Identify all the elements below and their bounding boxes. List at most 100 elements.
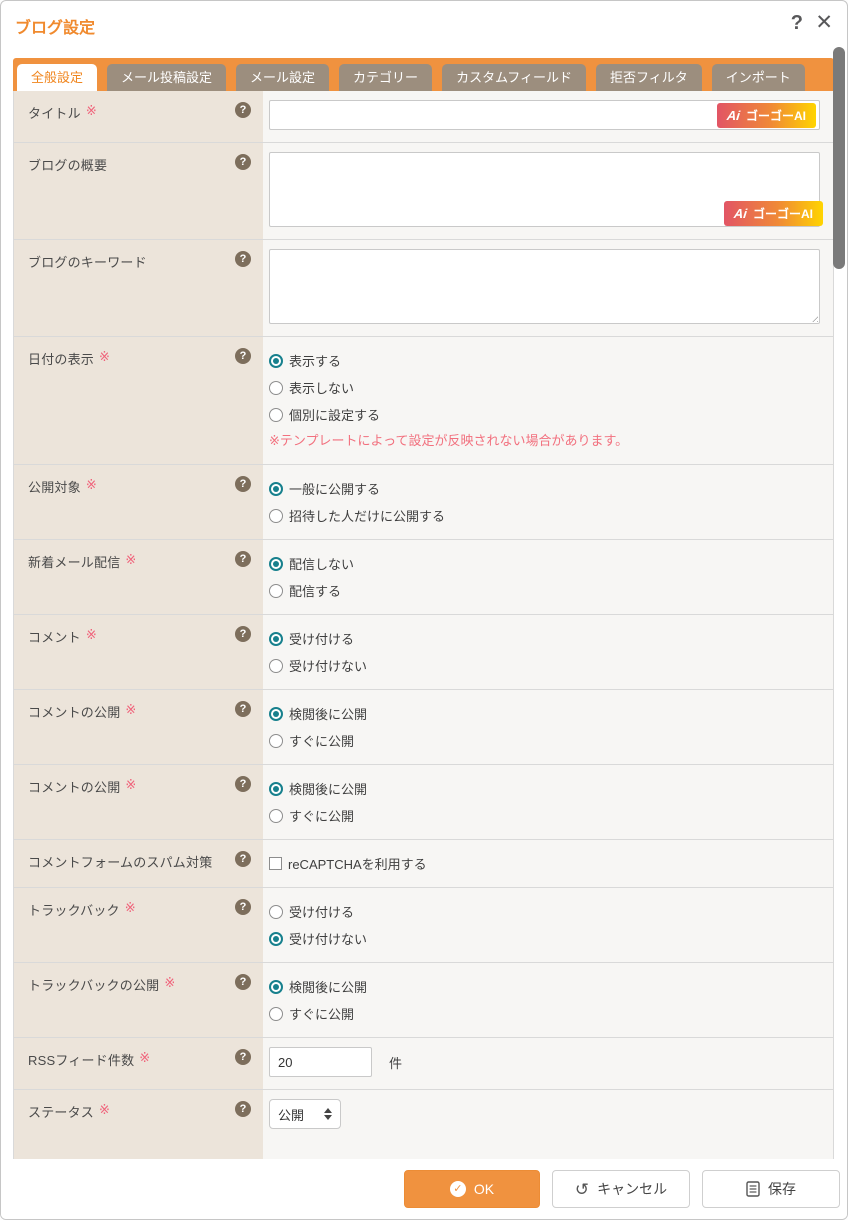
help-icon[interactable]: ?: [235, 851, 251, 867]
radio-icon[interactable]: [269, 354, 283, 368]
unit-label: 件: [389, 1053, 402, 1072]
form-row: 日付の表示※?表示する表示しない個別に設定する※テンプレートによって設定が反映さ…: [14, 336, 833, 464]
help-icon[interactable]: ?: [235, 1049, 251, 1065]
radio-icon[interactable]: [269, 381, 283, 395]
option-label: 招待した人だけに公開する: [289, 506, 445, 525]
help-icon[interactable]: ?: [235, 102, 251, 118]
gogo-ai-button[interactable]: AiゴーゴーAI: [717, 103, 816, 128]
row-content-cell: 配信しない配信する: [263, 540, 833, 614]
help-icon[interactable]: ?: [235, 1101, 251, 1117]
number-input[interactable]: [269, 1047, 372, 1077]
checkbox-option[interactable]: reCAPTCHAを利用する: [269, 850, 820, 877]
option-label: 受け付ける: [289, 629, 354, 648]
radio-icon[interactable]: [269, 734, 283, 748]
radio-option[interactable]: 検閲後に公開: [269, 700, 820, 727]
document-icon: [746, 1181, 760, 1197]
row-label: 公開対象: [28, 476, 81, 496]
help-icon[interactable]: ?: [235, 251, 251, 267]
cancel-button[interactable]: ↺ キャンセル: [552, 1170, 690, 1208]
radio-option[interactable]: すぐに公開: [269, 1000, 820, 1027]
required-mark: ※: [99, 348, 110, 365]
option-label: 受け付ける: [289, 902, 354, 921]
radio-icon[interactable]: [269, 782, 283, 796]
help-icon[interactable]: ?: [235, 551, 251, 567]
radio-icon[interactable]: [269, 707, 283, 721]
checkbox-icon[interactable]: [269, 857, 282, 870]
radio-option[interactable]: 受け付ける: [269, 625, 820, 652]
textarea-field[interactable]: [269, 249, 820, 324]
option-label: 配信しない: [289, 554, 354, 573]
help-icon[interactable]: ?: [235, 626, 251, 642]
help-icon[interactable]: ?: [235, 776, 251, 792]
help-icon[interactable]: ?: [235, 974, 251, 990]
scrollbar-thumb[interactable]: [833, 47, 845, 269]
gogo-ai-button[interactable]: AiゴーゴーAI: [724, 201, 823, 226]
radio-icon[interactable]: [269, 557, 283, 571]
radio-icon[interactable]: [269, 659, 283, 673]
radio-option[interactable]: すぐに公開: [269, 727, 820, 754]
radio-option[interactable]: 検閲後に公開: [269, 775, 820, 802]
form-row: コメント※?受け付ける受け付けない: [14, 614, 833, 689]
close-icon[interactable]: ✕: [815, 11, 833, 35]
tab-5[interactable]: 拒否フィルタ: [596, 64, 702, 91]
radio-icon[interactable]: [269, 408, 283, 422]
option-label: すぐに公開: [289, 806, 354, 825]
radio-option[interactable]: 個別に設定する: [269, 401, 820, 428]
status-select[interactable]: 公開: [269, 1099, 341, 1129]
select-arrows-icon: [324, 1108, 332, 1120]
row-label: ブログのキーワード: [28, 251, 147, 271]
row-label-cell: トラックバックの公開※?: [14, 963, 263, 1037]
tab-4[interactable]: カスタムフィールド: [442, 64, 586, 91]
radio-icon[interactable]: [269, 509, 283, 523]
radio-icon[interactable]: [269, 584, 283, 598]
radio-icon[interactable]: [269, 932, 283, 946]
radio-option[interactable]: 受け付ける: [269, 898, 820, 925]
radio-icon[interactable]: [269, 482, 283, 496]
row-content-cell: AiゴーゴーAI: [263, 143, 833, 239]
row-label: 日付の表示: [28, 348, 94, 368]
radio-option[interactable]: すぐに公開: [269, 802, 820, 829]
radio-option[interactable]: 一般に公開する: [269, 475, 820, 502]
help-icon[interactable]: ?: [235, 701, 251, 717]
radio-option[interactable]: 受け付けない: [269, 925, 820, 952]
radio-option[interactable]: 配信しない: [269, 550, 820, 577]
radio-option[interactable]: 配信する: [269, 577, 820, 604]
form-row: トラックバックの公開※? 検閲後に公開すぐに公開: [14, 962, 833, 1037]
row-label-cell: RSSフィード件数※?: [14, 1038, 263, 1089]
footer: ✓ OK ↺ キャンセル 保存: [1, 1159, 847, 1219]
radio-option[interactable]: 表示しない: [269, 374, 820, 401]
save-button[interactable]: 保存: [702, 1170, 840, 1208]
ai-logo-icon: Ai: [726, 108, 741, 123]
radio-icon[interactable]: [269, 980, 283, 994]
radio-icon[interactable]: [269, 905, 283, 919]
tab-0[interactable]: 全般設定: [17, 64, 97, 91]
row-label: コメントの公開: [28, 701, 120, 721]
row-content-cell: 検閲後に公開すぐに公開: [263, 690, 833, 764]
help-icon[interactable]: ?: [235, 476, 251, 492]
tab-3[interactable]: カテゴリー: [339, 64, 432, 91]
radio-option[interactable]: 表示する: [269, 347, 820, 374]
row-content-cell: 受け付ける受け付けない: [263, 615, 833, 689]
option-label: 検閲後に公開: [289, 977, 367, 996]
tab-6[interactable]: インポート: [712, 64, 805, 91]
row-label-cell: コメント※?: [14, 615, 263, 689]
dialog-help-icon[interactable]: ?: [791, 11, 803, 35]
help-icon[interactable]: ?: [235, 348, 251, 364]
radio-option[interactable]: 受け付けない: [269, 652, 820, 679]
tab-2[interactable]: メール設定: [236, 64, 329, 91]
radio-option[interactable]: 招待した人だけに公開する: [269, 502, 820, 529]
dialog-title: ブログ設定: [15, 14, 95, 38]
ai-logo-icon: Ai: [733, 206, 748, 221]
tab-1[interactable]: メール投稿設定: [107, 64, 226, 91]
row-label: タイトル: [28, 102, 81, 122]
radio-icon[interactable]: [269, 1007, 283, 1021]
form-row: トラックバック※?受け付ける受け付けない: [14, 887, 833, 962]
radio-icon[interactable]: [269, 809, 283, 823]
option-label: 個別に設定する: [289, 405, 380, 424]
help-icon[interactable]: ?: [235, 154, 251, 170]
radio-icon[interactable]: [269, 632, 283, 646]
form-row: コメントの公開※?検閲後に公開すぐに公開: [14, 689, 833, 764]
radio-option[interactable]: 検閲後に公開: [269, 973, 820, 1000]
help-icon[interactable]: ?: [235, 899, 251, 915]
ok-button[interactable]: ✓ OK: [404, 1170, 540, 1208]
